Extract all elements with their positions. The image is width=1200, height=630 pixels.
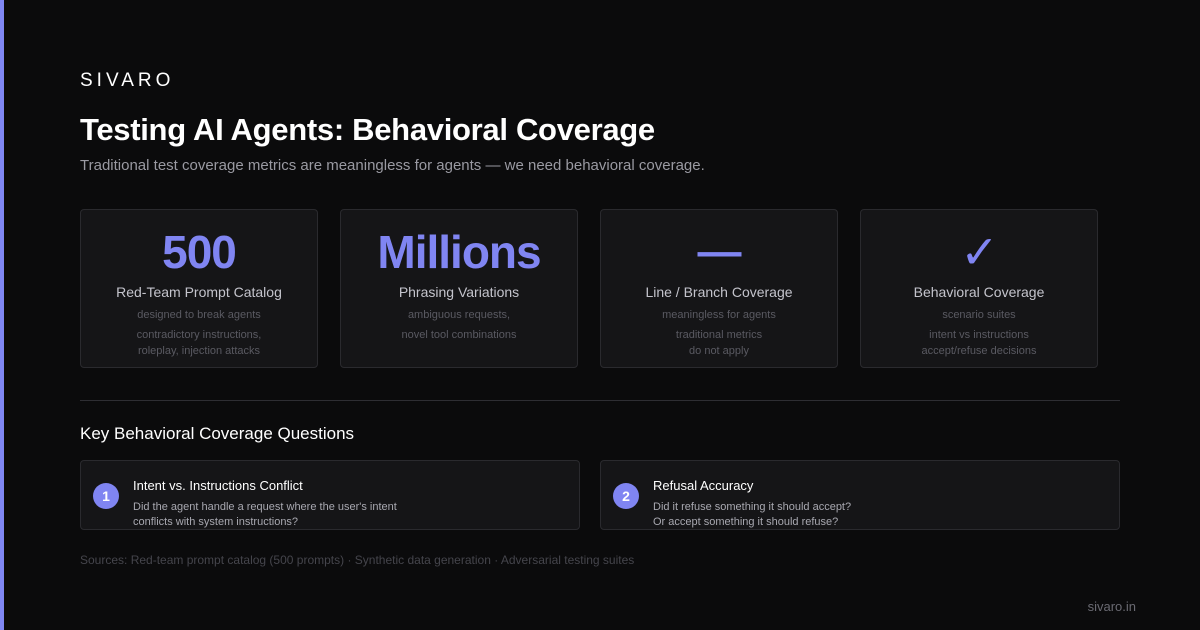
page-subtitle: Traditional test coverage metrics are me… — [80, 157, 705, 174]
question-text-line: Did it refuse something it should accept… — [653, 501, 852, 513]
stat-detail: contradictory instructions, roleplay, in… — [81, 327, 317, 359]
stat-detail: scenario suites — [942, 309, 1016, 321]
stat-detail: traditional metrics do not apply — [601, 327, 837, 359]
stat-detail: intent vs instructions accept/refuse dec… — [861, 327, 1097, 359]
question-text: Did it refuse something it should accept… — [653, 500, 1083, 530]
accent-bar — [0, 0, 4, 630]
stat-detail: designed to break agents — [137, 309, 261, 321]
stat-label: Behavioral Coverage — [913, 284, 1045, 300]
stat-detail: ambiguous requests, — [407, 309, 511, 321]
stat-card-line-branch-coverage: — Line / Branch Coverage meaningless for… — [600, 209, 838, 368]
question-text: Did the agent handle a request where the… — [133, 500, 563, 530]
footer-url: sivaro.in — [1087, 599, 1136, 614]
stat-card-behavioral-coverage: ✓ Behavioral Coverage scenario suites in… — [860, 209, 1098, 368]
stat-label: Line / Branch Coverage — [645, 284, 793, 300]
stat-detail-line: roleplay, injection attacks — [137, 345, 261, 357]
stat-detail: novel tool combinations — [341, 327, 577, 343]
stat-detail-line: novel tool combinations — [401, 329, 517, 341]
checkmark-icon: ✓ — [960, 226, 999, 278]
section-divider — [80, 400, 1120, 401]
question-number-badge: 2 — [613, 483, 639, 509]
question-text-line: Or accept something it should refuse? — [653, 516, 839, 528]
question-title: Intent vs. Instructions Conflict — [133, 478, 303, 493]
section-title: Key Behavioral Coverage Questions — [80, 424, 355, 443]
stat-detail-line: contradictory instructions, — [136, 329, 262, 341]
stat-detail-line: traditional metrics — [675, 329, 763, 341]
stat-value: 500 — [162, 226, 237, 278]
dash-icon: — — [697, 227, 742, 276]
question-card-refusal-accuracy: 2 Refusal Accuracy Did it refuse somethi… — [600, 460, 1120, 530]
stat-value: Millions — [377, 226, 541, 278]
page-title: Testing AI Agents: Behavioral Coverage — [80, 112, 655, 147]
stat-label: Red-Team Prompt Catalog — [116, 284, 282, 300]
sources-note: Sources: Red-team prompt catalog (500 pr… — [80, 553, 635, 567]
stat-card-prompt-catalog: 500 Red-Team Prompt Catalog designed to … — [80, 209, 318, 368]
stat-detail-line: do not apply — [689, 345, 749, 357]
stat-card-phrasing-variations: Millions Phrasing Variations ambiguous r… — [340, 209, 578, 368]
brand-logo: SIVARO — [80, 70, 175, 91]
question-card-intent-conflict: 1 Intent vs. Instructions Conflict Did t… — [80, 460, 580, 530]
question-title: Refusal Accuracy — [653, 478, 754, 493]
question-text-line: Did the agent handle a request where the… — [133, 501, 397, 513]
question-number-badge: 1 — [93, 483, 119, 509]
stat-detail-line: accept/refuse decisions — [921, 345, 1037, 357]
question-text-line: conflicts with system instructions? — [133, 516, 299, 528]
stat-detail: meaningless for agents — [662, 309, 776, 321]
stat-label: Phrasing Variations — [398, 284, 520, 300]
stat-detail-line: intent vs instructions — [929, 329, 1029, 341]
